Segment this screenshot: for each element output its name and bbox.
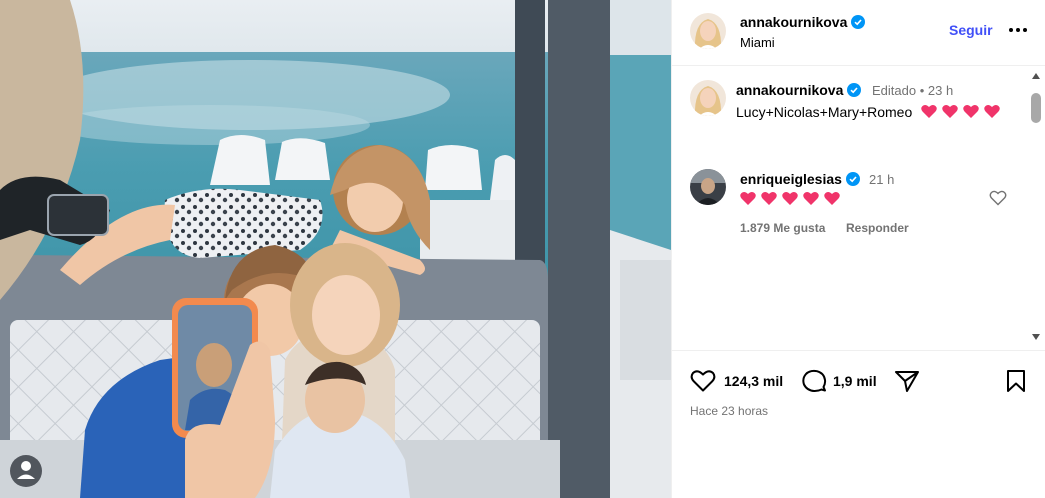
- commenter-username[interactable]: enriqueiglesias: [740, 171, 860, 187]
- post-photo[interactable]: [0, 0, 671, 498]
- like-count[interactable]: 124,3 mil: [724, 373, 783, 389]
- post-location[interactable]: Miami: [740, 35, 775, 50]
- caption-author-avatar[interactable]: [690, 80, 726, 116]
- author-username-text[interactable]: annakournikova: [740, 14, 847, 30]
- heart-emoji-icon: [824, 191, 840, 205]
- heart-emoji-icon: [963, 104, 979, 118]
- comments-scrollbar[interactable]: [1028, 67, 1044, 350]
- reply-button[interactable]: Responder: [846, 221, 909, 235]
- more-options-icon[interactable]: [1007, 20, 1029, 40]
- heart-emoji-icon: [984, 104, 1000, 118]
- comment-icon[interactable]: [801, 369, 827, 393]
- verified-badge-icon: [847, 83, 862, 97]
- scroll-down-arrow-icon[interactable]: [1031, 333, 1041, 341]
- comment-like-count[interactable]: 1.879 Me gusta: [740, 221, 825, 235]
- author-username[interactable]: annakournikova: [740, 14, 866, 30]
- share-icon[interactable]: [894, 369, 920, 393]
- follow-button[interactable]: Seguir: [949, 22, 993, 38]
- heart-emoji-icon: [803, 191, 819, 205]
- commenter-username-text[interactable]: enriqueiglesias: [740, 171, 842, 187]
- comment-time[interactable]: 21 h: [869, 172, 894, 187]
- comment-like-heart-icon[interactable]: [989, 190, 1007, 206]
- tagged-users-icon[interactable]: [10, 455, 42, 487]
- verified-badge-icon: [851, 15, 866, 29]
- heart-emoji-icon: [761, 191, 777, 205]
- scroll-up-arrow-icon[interactable]: [1031, 72, 1041, 80]
- commenter-avatar[interactable]: [690, 169, 726, 205]
- scrollbar-thumb[interactable]: [1031, 93, 1041, 123]
- caption-text: Lucy+Nicolas+Mary+Romeo: [736, 102, 1016, 122]
- caption-text-body: Lucy+Nicolas+Mary+Romeo: [736, 104, 913, 120]
- author-avatar[interactable]: [690, 13, 726, 49]
- heart-emoji-icon: [921, 104, 937, 118]
- caption-author-username-text[interactable]: annakournikova: [736, 82, 843, 98]
- heart-emoji-icon: [740, 191, 756, 205]
- bookmark-icon[interactable]: [1003, 369, 1029, 393]
- post-actions: 124,3 mil 1,9 mil Hace 23 horas: [672, 350, 1045, 498]
- post-header: annakournikova Miami Seguir: [672, 0, 1045, 66]
- caption-meta: Editado • 23 h: [872, 83, 954, 98]
- comments-list[interactable]: annakournikova Editado • 23 h Lucy+Nicol…: [672, 67, 1045, 350]
- post-details-panel: annakournikova Miami Seguir annakourniko…: [671, 0, 1045, 498]
- heart-emoji-icon: [782, 191, 798, 205]
- comment-text: [740, 189, 845, 209]
- comment-count[interactable]: 1,9 mil: [833, 373, 877, 389]
- heart-emoji-icon: [942, 104, 958, 118]
- verified-badge-icon: [845, 172, 860, 186]
- heart-outline-icon[interactable]: [690, 369, 716, 393]
- caption-author-username[interactable]: annakournikova: [736, 82, 862, 98]
- post-timestamp[interactable]: Hace 23 horas: [690, 404, 768, 418]
